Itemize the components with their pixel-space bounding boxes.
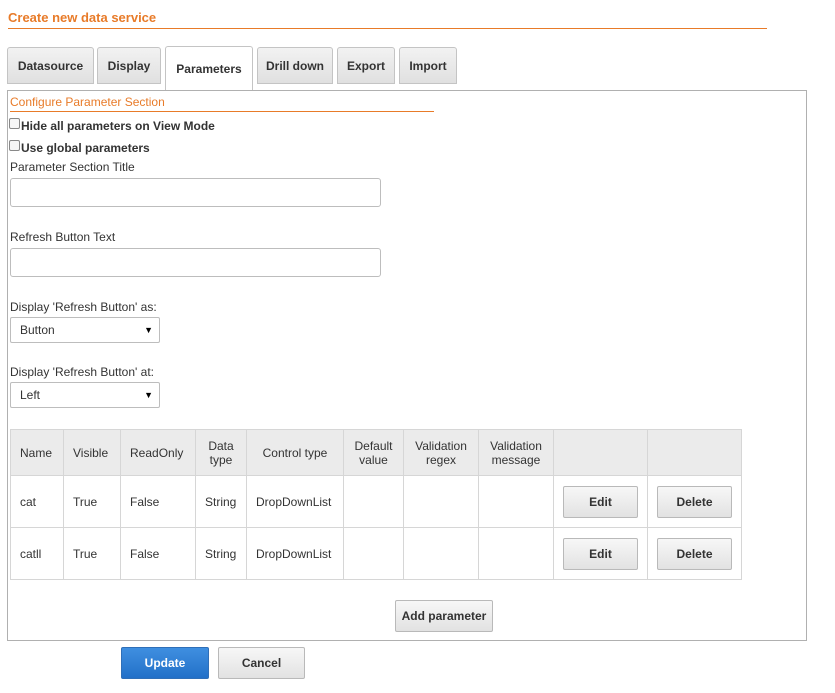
parameters-table: Name Visible ReadOnly Data type Control … — [10, 429, 742, 580]
table-row: cat True False String DropDownList Edit … — [10, 475, 742, 528]
col-name: Name — [10, 429, 64, 476]
edit-button[interactable]: Edit — [563, 485, 638, 518]
cell-delete: Delete — [647, 527, 742, 580]
global-params-checkbox[interactable] — [9, 139, 20, 151]
cell-datatype: String — [195, 475, 247, 528]
refresh-as-label: Display 'Refresh Button' as: — [10, 300, 157, 314]
tab-datasource[interactable]: Datasource — [7, 47, 94, 84]
section-title: Configure Parameter Section — [10, 95, 165, 109]
refresh-at-label: Display 'Refresh Button' at: — [10, 365, 154, 379]
cell-controltype: DropDownList — [246, 475, 344, 528]
cell-visible: True — [63, 475, 121, 528]
cell-controltype: DropDownList — [246, 527, 344, 580]
cell-default — [343, 475, 404, 528]
cell-default — [343, 527, 404, 580]
table-row: catll True False String DropDownList Edi… — [10, 527, 742, 580]
tab-display[interactable]: Display — [97, 47, 161, 84]
tab-export[interactable]: Export — [337, 47, 395, 84]
refresh-at-select[interactable]: Left ▼ — [10, 382, 160, 408]
cell-readonly: False — [120, 527, 196, 580]
cell-delete: Delete — [647, 475, 742, 528]
tab-import[interactable]: Import — [399, 47, 457, 84]
tab-parameters[interactable]: Parameters — [165, 46, 253, 91]
cell-regex — [403, 527, 479, 580]
parameters-panel: Configure Parameter Section Hide all par… — [7, 90, 807, 641]
global-params-row: Use global parameters — [9, 139, 150, 155]
delete-button[interactable]: Delete — [657, 537, 732, 570]
section-title-input[interactable] — [10, 178, 381, 207]
refresh-as-select[interactable]: Button ▼ — [10, 317, 160, 343]
title-divider — [8, 28, 767, 29]
hide-params-row: Hide all parameters on View Mode — [9, 117, 215, 133]
table-header-row: Name Visible ReadOnly Data type Control … — [10, 429, 742, 476]
section-divider — [10, 111, 434, 112]
col-visible: Visible — [63, 429, 121, 476]
hide-params-checkbox[interactable] — [9, 117, 20, 129]
refresh-as-value: Button — [20, 323, 55, 337]
col-default: Default value — [343, 429, 404, 476]
section-title-label: Parameter Section Title — [10, 160, 135, 174]
col-edit — [553, 429, 648, 476]
chevron-down-icon: ▼ — [144, 325, 153, 335]
cell-edit: Edit — [553, 527, 648, 580]
cell-readonly: False — [120, 475, 196, 528]
cell-regex — [403, 475, 479, 528]
cancel-button[interactable]: Cancel — [218, 647, 305, 679]
chevron-down-icon: ▼ — [144, 390, 153, 400]
cell-name: catll — [10, 527, 64, 580]
cell-name: cat — [10, 475, 64, 528]
col-datatype: Data type — [195, 429, 247, 476]
hide-params-label: Hide all parameters on View Mode — [21, 119, 215, 133]
col-readonly: ReadOnly — [120, 429, 196, 476]
cell-edit: Edit — [553, 475, 648, 528]
edit-button[interactable]: Edit — [563, 537, 638, 570]
add-parameter-button[interactable]: Add parameter — [395, 600, 493, 632]
cell-visible: True — [63, 527, 121, 580]
col-delete — [647, 429, 742, 476]
cell-datatype: String — [195, 527, 247, 580]
cell-message — [478, 475, 554, 528]
update-button[interactable]: Update — [121, 647, 209, 679]
cell-message — [478, 527, 554, 580]
tab-drill-down[interactable]: Drill down — [257, 47, 333, 84]
page-title: Create new data service — [8, 10, 157, 25]
global-params-label: Use global parameters — [21, 141, 150, 155]
delete-button[interactable]: Delete — [657, 485, 732, 518]
refresh-at-value: Left — [20, 388, 41, 402]
col-regex: Validation regex — [403, 429, 479, 476]
col-message: Validation message — [478, 429, 554, 476]
refresh-text-label: Refresh Button Text — [10, 230, 116, 244]
col-controltype: Control type — [246, 429, 344, 476]
refresh-text-input[interactable] — [10, 248, 381, 277]
